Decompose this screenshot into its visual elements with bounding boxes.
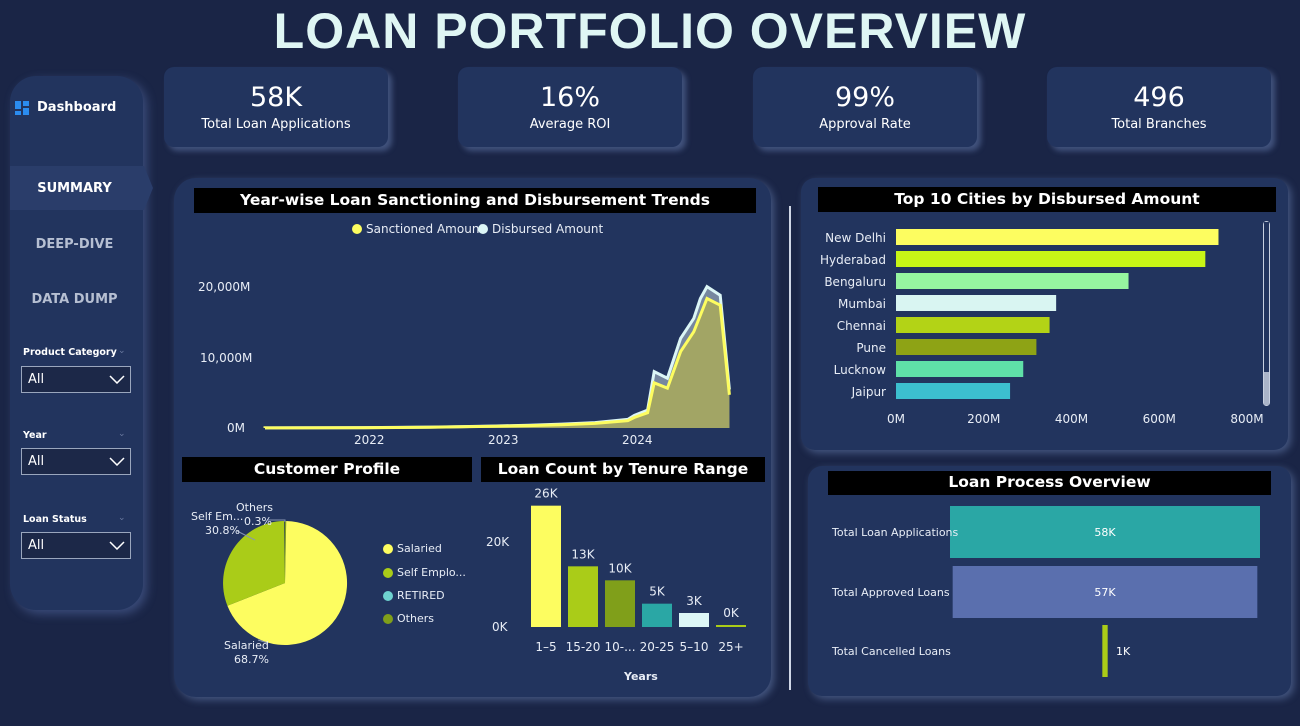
funnel-category-label: Total Loan Applications (831, 526, 959, 539)
funnel-data-label: 1K (1116, 645, 1131, 658)
funnel-data-label: 57K (1094, 586, 1116, 599)
funnel-category-label: Total Cancelled Loans (831, 645, 951, 658)
funnel-category-label: Total Approved Loans (831, 586, 950, 599)
funnel-data-label: 58K (1094, 526, 1116, 539)
process-funnel-chart: Total Loan Applications 58K Total Approved… (831, 506, 1260, 677)
funnel-bar (1102, 625, 1108, 677)
